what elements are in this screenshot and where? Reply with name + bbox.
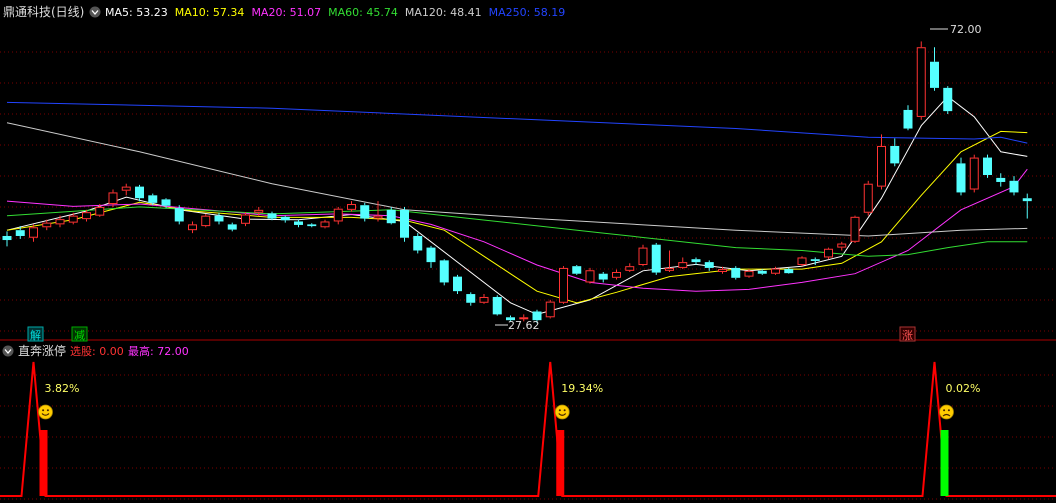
indicator-high-value: 最高: 72.00 <box>128 344 189 358</box>
signal-bar <box>556 430 565 496</box>
marker-jian[interactable]: 减 <box>71 326 88 342</box>
candle <box>572 265 582 275</box>
candle <box>625 263 635 272</box>
candle <box>188 221 197 234</box>
candle <box>29 224 38 242</box>
ma-legend-item: MA120: 48.41 <box>405 6 482 19</box>
candle <box>877 134 886 190</box>
candle <box>479 294 489 304</box>
candle <box>969 154 979 193</box>
candle <box>996 173 1006 187</box>
candle <box>956 157 966 196</box>
smile-icon <box>38 404 53 420</box>
candle <box>731 266 741 280</box>
candle <box>651 242 661 275</box>
indicator-dropdown-icon[interactable] <box>2 345 14 357</box>
candle <box>2 231 12 247</box>
ma-line-ma120 <box>6 122 1028 237</box>
candle <box>903 105 913 131</box>
indicator-grid <box>0 374 1056 500</box>
candle <box>333 206 343 225</box>
candle <box>1022 193 1032 219</box>
candle <box>1009 176 1019 196</box>
candle <box>135 184 144 202</box>
candle <box>678 257 688 270</box>
main-header: 鼎通科技(日线) MA5: 53.23 MA10: 57.34 MA20: 51.0… <box>3 5 565 19</box>
ma-legend-item: MA20: 51.07 <box>251 6 321 19</box>
indicator-plot: 3.82% 19.34% 0.02% <box>0 361 1056 497</box>
header-dropdown-icon[interactable] <box>89 6 101 18</box>
candle <box>492 295 502 316</box>
candlesticks <box>2 41 1032 324</box>
candle <box>466 292 476 306</box>
candle <box>585 267 595 284</box>
candle <box>863 180 873 216</box>
candle <box>665 250 674 272</box>
candle <box>426 245 436 268</box>
signal-percent: 0.02% <box>946 382 981 395</box>
signal-percent: 3.82% <box>45 382 80 395</box>
ma-legend-item: MA250: 58.19 <box>489 6 566 19</box>
signal-bar <box>940 430 949 496</box>
candle <box>320 219 330 229</box>
candle <box>201 213 211 228</box>
indicator-name: 直奔涨停 <box>18 343 66 358</box>
candle <box>638 244 648 267</box>
candle <box>545 299 555 319</box>
candle <box>850 215 860 243</box>
candle <box>930 47 939 91</box>
candle <box>227 222 237 232</box>
candle <box>890 138 900 167</box>
frown-icon <box>939 404 954 420</box>
ma-line-ma250 <box>6 101 1028 144</box>
candle <box>612 269 621 280</box>
ma-legend-item: MA5: 53.23 <box>105 6 168 19</box>
marker-jian-label: 减 <box>74 329 85 342</box>
low-price-label: 27.62 <box>508 319 540 332</box>
ma-legend-item: MA10: 57.34 <box>175 6 245 19</box>
ma-legend-item: MA60: 45.74 <box>328 6 398 19</box>
marker-zhang-label: 涨 <box>902 329 913 342</box>
candle <box>824 247 833 260</box>
marker-zhang[interactable]: 涨 <box>899 326 916 342</box>
candle <box>916 41 926 120</box>
candle <box>241 212 250 227</box>
candle <box>439 259 449 286</box>
candle <box>294 219 303 228</box>
moving-average-lines <box>6 95 1028 315</box>
candle <box>559 266 568 304</box>
candle <box>400 206 409 242</box>
candle <box>413 233 423 254</box>
high-price-label: 72.00 <box>950 23 982 36</box>
candle <box>108 189 118 207</box>
candle <box>983 154 992 178</box>
candle <box>598 271 608 283</box>
candle <box>55 215 65 228</box>
low-price-annotation: 27.62 <box>495 319 540 332</box>
candle <box>307 223 317 228</box>
candle <box>121 183 131 196</box>
high-price-annotation: 72.00 <box>930 23 982 36</box>
stock-title: 鼎通科技(日线) <box>3 5 84 19</box>
candle <box>453 274 462 295</box>
indicator-line <box>0 361 1056 497</box>
candle <box>280 215 290 223</box>
ma-legend: MA5: 53.23 MA10: 57.34 MA20: 51.07 MA60: 45… <box>105 6 565 19</box>
candle <box>347 201 356 212</box>
ma-line-ma60 <box>6 206 1028 257</box>
chart-canvas: 72.00 27.62 解 减 涨 鼎通科技(日线) MA5: 53.23 MA1… <box>0 5 1056 500</box>
main-grid <box>0 51 1056 332</box>
candle <box>943 86 953 115</box>
signal-percent: 19.34% <box>561 382 603 395</box>
candle <box>837 241 847 251</box>
marker-jie-label: 解 <box>30 328 41 342</box>
indicator-stock-value: 选股: 0.00 <box>70 345 124 358</box>
candle <box>691 257 701 266</box>
candle <box>797 256 807 267</box>
indicator-header: 直奔涨停 选股: 0.00 最高: 72.00 <box>2 343 189 358</box>
signal-bar <box>39 430 48 496</box>
ma-line-ma20 <box>6 168 1028 292</box>
marker-jie[interactable]: 解 <box>27 326 44 342</box>
smile-icon <box>554 404 570 420</box>
